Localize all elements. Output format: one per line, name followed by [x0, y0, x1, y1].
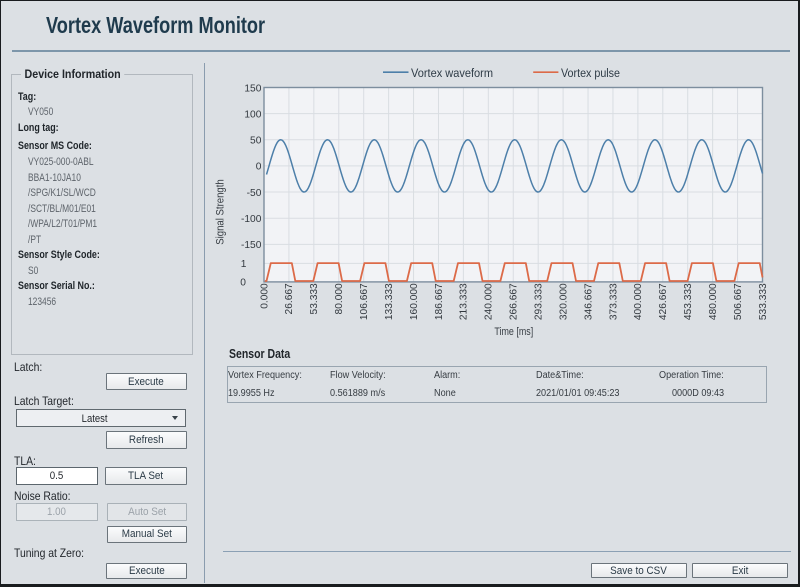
svg-text:Vortex pulse: Vortex pulse: [561, 66, 620, 80]
svg-text:400.000: 400.000: [633, 283, 644, 320]
svg-text:320.000: 320.000: [558, 283, 569, 320]
svg-text:80.000: 80.000: [334, 283, 345, 314]
svg-text:100: 100: [244, 110, 261, 121]
svg-text:346.667: 346.667: [583, 283, 594, 320]
svg-text:186.667: 186.667: [434, 283, 445, 320]
svg-text:-100: -100: [241, 214, 262, 225]
svg-text:26.667: 26.667: [284, 283, 295, 314]
svg-text:50: 50: [250, 136, 262, 147]
svg-text:150: 150: [244, 83, 261, 94]
svg-text:133.333: 133.333: [384, 283, 395, 320]
svg-text:Time [ms]: Time [ms]: [494, 326, 533, 338]
svg-text:1: 1: [241, 259, 247, 270]
svg-text:Vortex waveform: Vortex waveform: [411, 66, 493, 80]
svg-text:266.667: 266.667: [509, 283, 520, 320]
svg-text:506.667: 506.667: [733, 283, 744, 320]
svg-text:240.000: 240.000: [484, 283, 495, 320]
svg-text:480.000: 480.000: [708, 283, 719, 320]
svg-text:Signal Strength: Signal Strength: [215, 179, 227, 245]
svg-text:453.333: 453.333: [683, 283, 694, 320]
svg-text:53.333: 53.333: [309, 283, 320, 314]
svg-text:213.333: 213.333: [459, 283, 470, 320]
svg-text:0.000: 0.000: [259, 283, 270, 309]
svg-text:106.667: 106.667: [359, 283, 370, 320]
svg-text:293.333: 293.333: [533, 283, 544, 320]
svg-text:426.667: 426.667: [658, 283, 669, 320]
svg-text:-50: -50: [247, 188, 262, 199]
svg-text:0: 0: [256, 162, 262, 173]
svg-text:533.333: 533.333: [758, 283, 769, 320]
svg-text:0: 0: [240, 278, 246, 289]
svg-text:373.333: 373.333: [608, 283, 619, 320]
svg-text:160.000: 160.000: [409, 283, 420, 320]
svg-text:-150: -150: [241, 240, 262, 251]
